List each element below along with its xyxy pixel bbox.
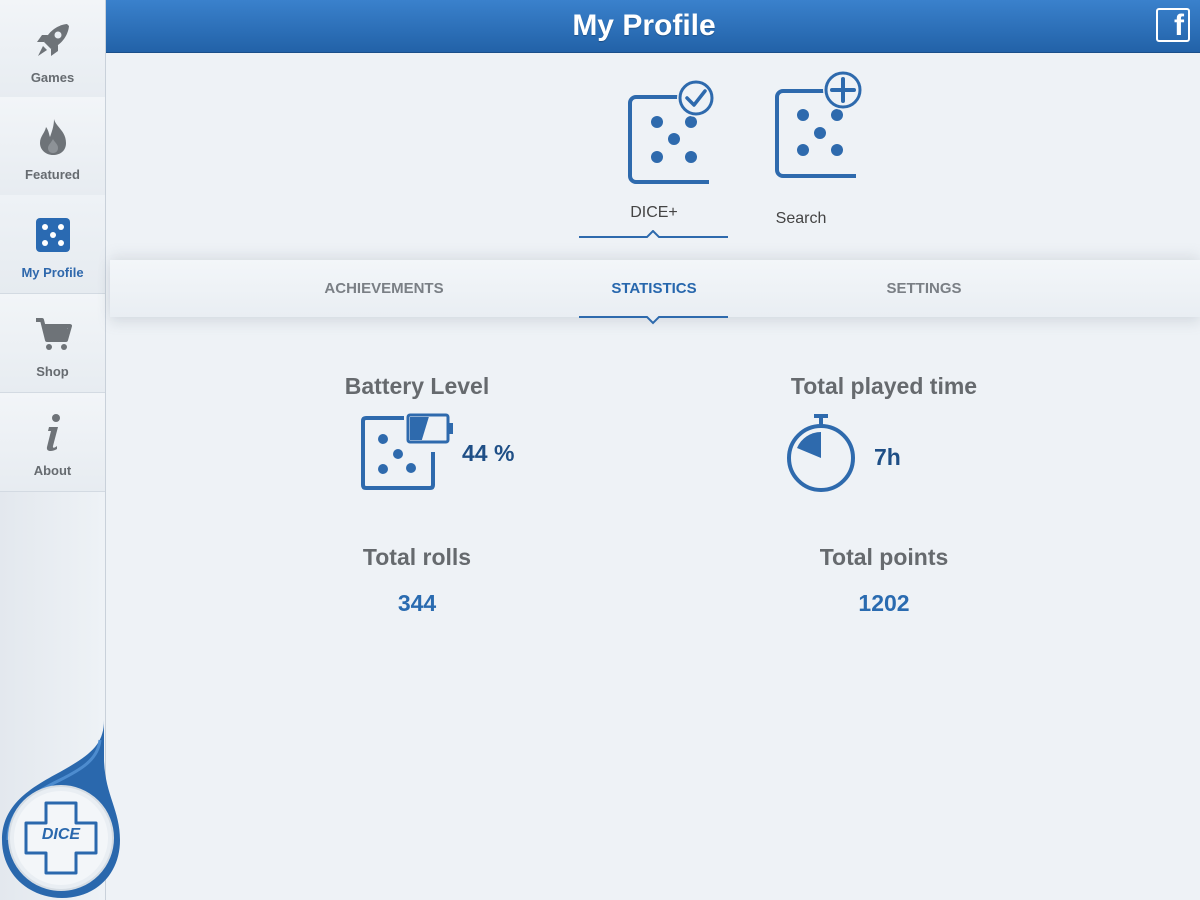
cart-icon: [33, 312, 73, 356]
caret-down-icon: [646, 316, 660, 325]
facebook-button[interactable]: f: [1156, 8, 1190, 42]
device-label: Search: [775, 210, 827, 227]
sidebar-item-featured[interactable]: Featured: [0, 97, 105, 196]
tab-statistics[interactable]: STATISTICS: [579, 260, 729, 317]
sidebar-item-label: My Profile: [21, 265, 84, 280]
device-label: DICE+: [630, 204, 678, 221]
sidebar-item-label: Shop: [36, 364, 69, 379]
played-time-value: 7h: [874, 444, 901, 470]
sidebar-item-my-profile[interactable]: My Profile: [0, 195, 105, 294]
total-points-value: 1202: [858, 590, 910, 616]
battery-level-title: Battery Level: [344, 373, 490, 399]
page-title: My Profile: [572, 9, 716, 42]
rocket-icon: [33, 18, 73, 62]
plus-circle-icon: [823, 70, 863, 110]
sidebar-item-label: About: [33, 463, 72, 478]
sidebar-item-label: Featured: [25, 167, 80, 182]
battery-level-value: 44 %: [462, 440, 515, 466]
header-bar: My Profile f: [106, 0, 1200, 53]
stopwatch-icon: [787, 414, 855, 492]
dice-icon: [35, 213, 71, 257]
sidebar-item-about[interactable]: About: [0, 393, 105, 492]
total-rolls-title: Total rolls: [362, 544, 472, 570]
sidebar-item-label: Games: [30, 70, 75, 85]
sidebar-item-games[interactable]: Games: [0, 0, 105, 99]
dice-logo-text: DICE: [41, 826, 81, 843]
caret-up-icon: [646, 230, 660, 238]
sidebar: Games Featured My Profile Shop About DIC…: [0, 0, 120, 900]
info-icon: [41, 411, 65, 455]
total-points-title: Total points: [819, 544, 949, 570]
played-time-title: Total played time: [790, 373, 978, 399]
total-rolls-value: 344: [397, 590, 437, 616]
dice-logo-button[interactable]: DICE: [0, 700, 125, 900]
check-circle-icon: [677, 79, 715, 117]
battery-dice-icon: [361, 413, 453, 490]
tab-settings[interactable]: SETTINGS: [849, 260, 999, 317]
tab-achievements[interactable]: ACHIEVEMENTS: [309, 260, 459, 317]
flame-icon: [36, 115, 70, 159]
facebook-icon: f: [1174, 9, 1184, 42]
tab-bar: ACHIEVEMENTS STATISTICS SETTINGS: [110, 260, 1200, 317]
sidebar-item-shop[interactable]: Shop: [0, 294, 105, 393]
